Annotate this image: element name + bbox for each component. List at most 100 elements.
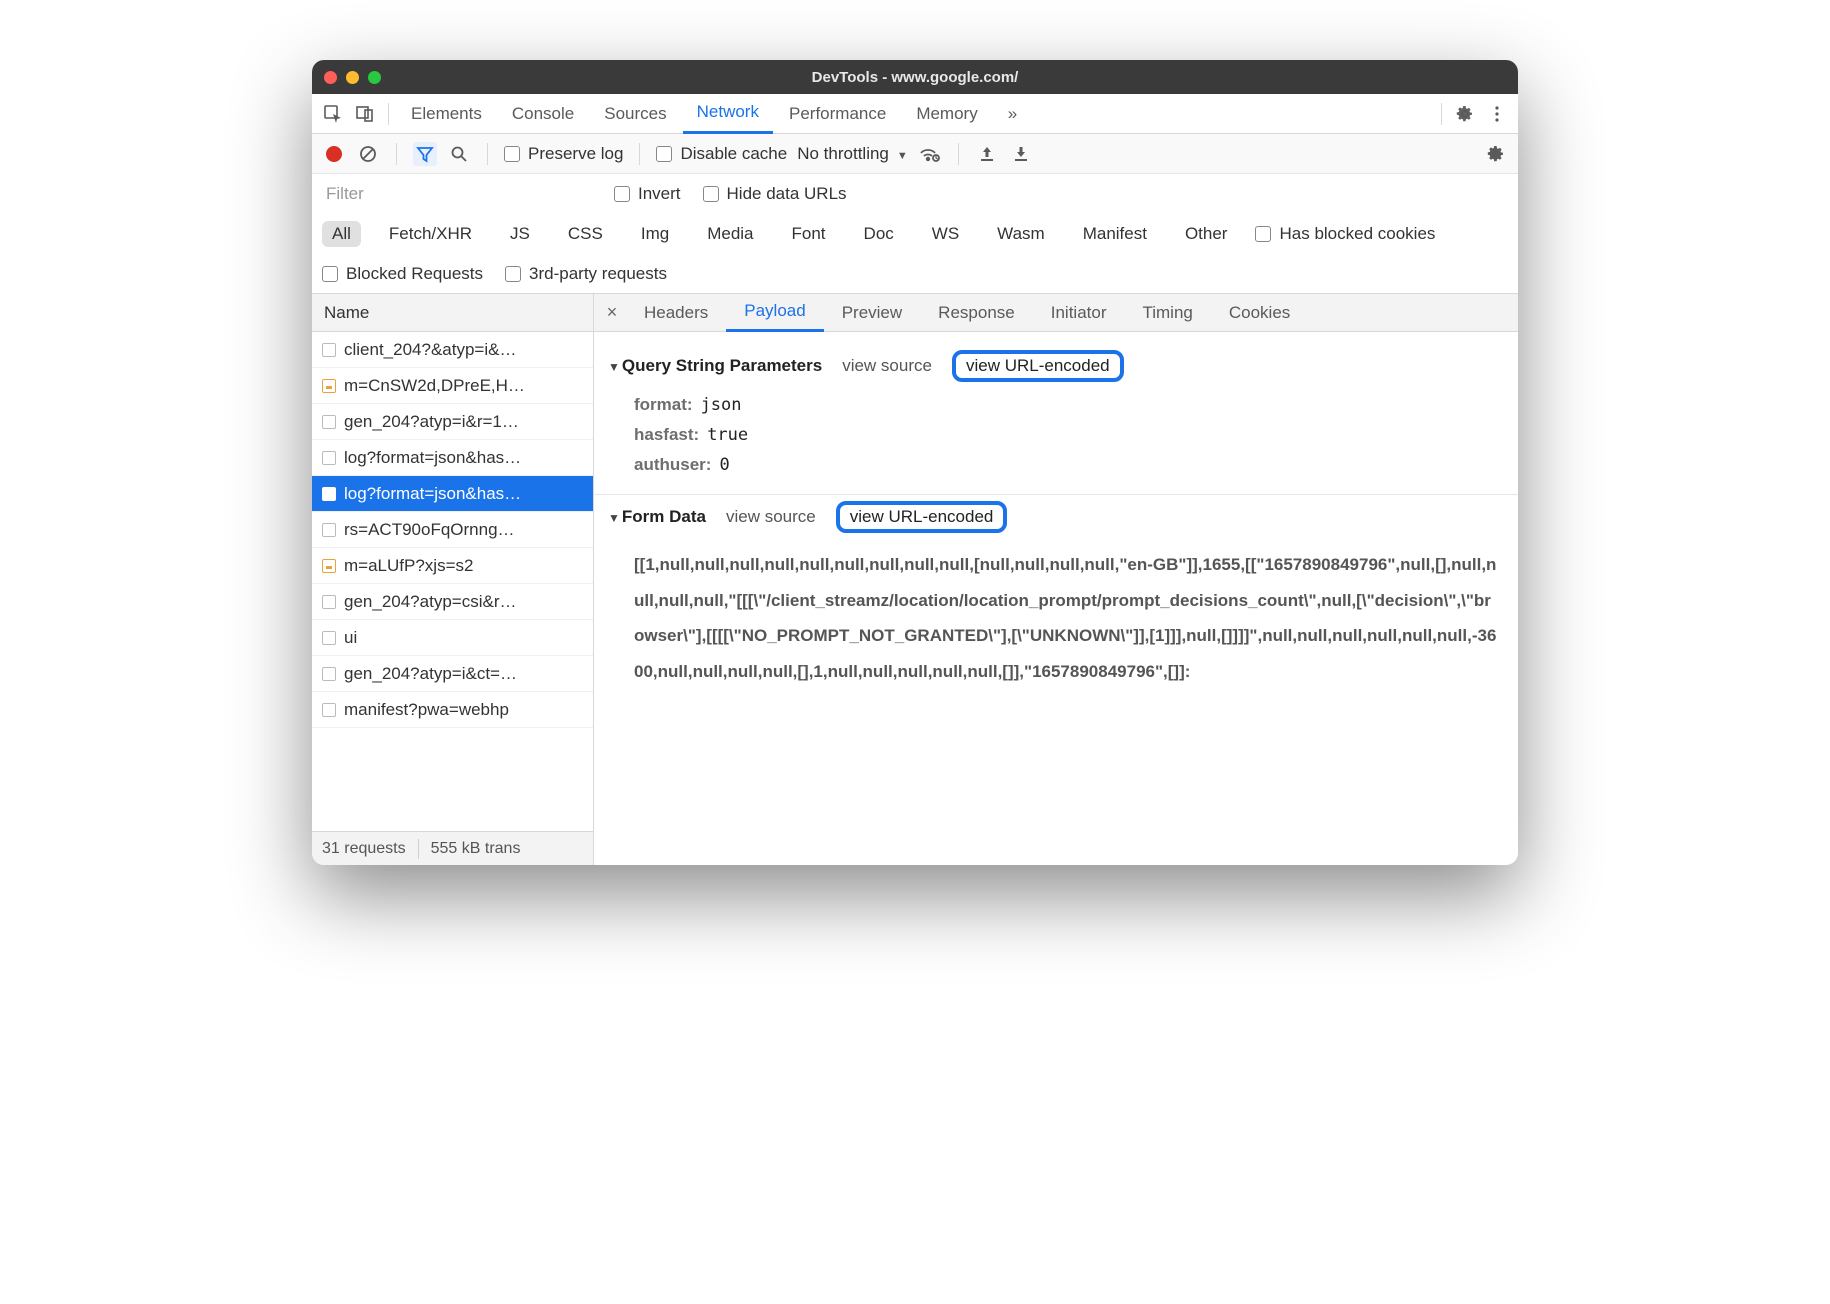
clear-icon[interactable]: [356, 142, 380, 166]
dtab-payload[interactable]: Payload: [726, 294, 823, 332]
chevron-down-icon: ▼: [897, 150, 908, 162]
main-tabs-row: Elements Console Sources Network Perform…: [312, 94, 1518, 134]
sidebar-header[interactable]: Name: [312, 294, 593, 332]
type-wasm[interactable]: Wasm: [987, 221, 1055, 247]
separator: [418, 839, 419, 859]
hide-data-urls-checkbox[interactable]: Hide data URLs: [703, 184, 847, 204]
dtab-response[interactable]: Response: [920, 294, 1033, 332]
tab-sources[interactable]: Sources: [590, 94, 680, 134]
close-icon[interactable]: ×: [598, 302, 626, 323]
hide-data-urls-label: Hide data URLs: [727, 184, 847, 204]
form-data-section: ▼Form Data view source view URL-encoded: [594, 495, 1518, 539]
disclosure-triangle-icon[interactable]: ▼Form Data: [608, 507, 706, 527]
inspect-element-icon[interactable]: [318, 99, 348, 129]
request-row[interactable]: m=aLUfP?xjs=s2: [312, 548, 593, 584]
dtab-headers[interactable]: Headers: [626, 294, 726, 332]
file-icon: [322, 523, 336, 537]
transferred-size: 555 kB trans: [431, 840, 521, 858]
tabs-overflow[interactable]: »: [994, 94, 1031, 134]
type-other[interactable]: Other: [1175, 221, 1238, 247]
blocked-requests-checkbox[interactable]: Blocked Requests: [322, 264, 483, 284]
window-minimize[interactable]: [346, 71, 359, 84]
dtab-initiator[interactable]: Initiator: [1033, 294, 1125, 332]
window-close[interactable]: [324, 71, 337, 84]
download-har-icon[interactable]: [1009, 142, 1033, 166]
request-row[interactable]: ui: [312, 620, 593, 656]
type-manifest[interactable]: Manifest: [1073, 221, 1157, 247]
window-title: DevTools - www.google.com/: [312, 69, 1518, 86]
request-list: client_204?&atyp=i&… m=CnSW2d,DPreE,H… g…: [312, 332, 593, 831]
tab-console[interactable]: Console: [498, 94, 588, 134]
tab-network[interactable]: Network: [683, 94, 773, 134]
view-source-button[interactable]: view source: [726, 507, 816, 527]
separator: [487, 143, 488, 165]
request-row[interactable]: log?format=json&has…: [312, 476, 593, 512]
filter-row-1: Filter Invert Hide data URLs: [312, 174, 1518, 214]
filter-row-3: Blocked Requests 3rd-party requests: [312, 254, 1518, 294]
type-doc[interactable]: Doc: [854, 221, 904, 247]
view-url-encoded-button[interactable]: view URL-encoded: [952, 350, 1124, 382]
separator: [958, 143, 959, 165]
param-key: format:: [634, 395, 693, 415]
request-row[interactable]: gen_204?atyp=csi&r…: [312, 584, 593, 620]
request-row[interactable]: gen_204?atyp=i&r=1…: [312, 404, 593, 440]
view-url-encoded-button[interactable]: view URL-encoded: [836, 501, 1008, 533]
disable-cache-checkbox[interactable]: Disable cache: [656, 144, 787, 164]
form-data-body: [[1,null,null,null,null,null,null,null,n…: [594, 539, 1518, 698]
invert-checkbox[interactable]: Invert: [614, 184, 681, 204]
request-name: log?format=json&has…: [344, 484, 521, 504]
upload-har-icon[interactable]: [975, 142, 999, 166]
network-conditions-icon[interactable]: [918, 142, 942, 166]
device-toolbar-icon[interactable]: [350, 99, 380, 129]
file-icon: [322, 415, 336, 429]
filter-input[interactable]: Filter: [322, 182, 592, 206]
third-party-checkbox[interactable]: 3rd-party requests: [505, 264, 667, 284]
tab-memory[interactable]: Memory: [902, 94, 991, 134]
disclosure-triangle-icon[interactable]: ▼Query String Parameters: [608, 356, 822, 376]
request-name: m=aLUfP?xjs=s2: [344, 556, 473, 576]
kebab-menu-icon[interactable]: [1482, 99, 1512, 129]
request-name: m=CnSW2d,DPreE,H…: [344, 376, 525, 396]
file-icon: [322, 451, 336, 465]
window-maximize[interactable]: [368, 71, 381, 84]
network-settings-gear-icon[interactable]: [1484, 142, 1508, 166]
tab-performance[interactable]: Performance: [775, 94, 900, 134]
traffic-lights: [324, 71, 381, 84]
disable-cache-label: Disable cache: [680, 144, 787, 164]
type-ws[interactable]: WS: [922, 221, 969, 247]
type-fetch-xhr[interactable]: Fetch/XHR: [379, 221, 482, 247]
request-row[interactable]: rs=ACT90oFqOrnng…: [312, 512, 593, 548]
dtab-cookies[interactable]: Cookies: [1211, 294, 1308, 332]
request-name: rs=ACT90oFqOrnng…: [344, 520, 515, 540]
request-row[interactable]: log?format=json&has…: [312, 440, 593, 476]
dtab-timing[interactable]: Timing: [1124, 294, 1210, 332]
dtab-preview[interactable]: Preview: [824, 294, 920, 332]
js-file-icon: [322, 379, 336, 393]
request-row[interactable]: m=CnSW2d,DPreE,H…: [312, 368, 593, 404]
record-button[interactable]: [322, 142, 346, 166]
request-row[interactable]: gen_204?atyp=i&ct=…: [312, 656, 593, 692]
preserve-log-checkbox[interactable]: Preserve log: [504, 144, 623, 164]
detail-tabs: × Headers Payload Preview Response Initi…: [594, 294, 1518, 332]
js-file-icon: [322, 559, 336, 573]
blocked-requests-label: Blocked Requests: [346, 264, 483, 284]
settings-gear-icon[interactable]: [1450, 99, 1480, 129]
type-font[interactable]: Font: [782, 221, 836, 247]
type-js[interactable]: JS: [500, 221, 540, 247]
tab-elements[interactable]: Elements: [397, 94, 496, 134]
type-css[interactable]: CSS: [558, 221, 613, 247]
network-toolbar: Preserve log Disable cache No throttling…: [312, 134, 1518, 174]
has-blocked-cookies-checkbox[interactable]: Has blocked cookies: [1255, 224, 1435, 244]
type-media[interactable]: Media: [697, 221, 763, 247]
view-source-button[interactable]: view source: [842, 356, 932, 376]
request-row[interactable]: client_204?&atyp=i&…: [312, 332, 593, 368]
request-name: gen_204?atyp=csi&r…: [344, 592, 516, 612]
request-row[interactable]: manifest?pwa=webhp: [312, 692, 593, 728]
type-all[interactable]: All: [322, 221, 361, 247]
filter-icon[interactable]: [413, 142, 437, 166]
request-name: gen_204?atyp=i&r=1…: [344, 412, 519, 432]
throttling-select[interactable]: No throttling▼: [797, 144, 908, 164]
search-icon[interactable]: [447, 142, 471, 166]
type-img[interactable]: Img: [631, 221, 679, 247]
file-icon: [322, 487, 336, 501]
